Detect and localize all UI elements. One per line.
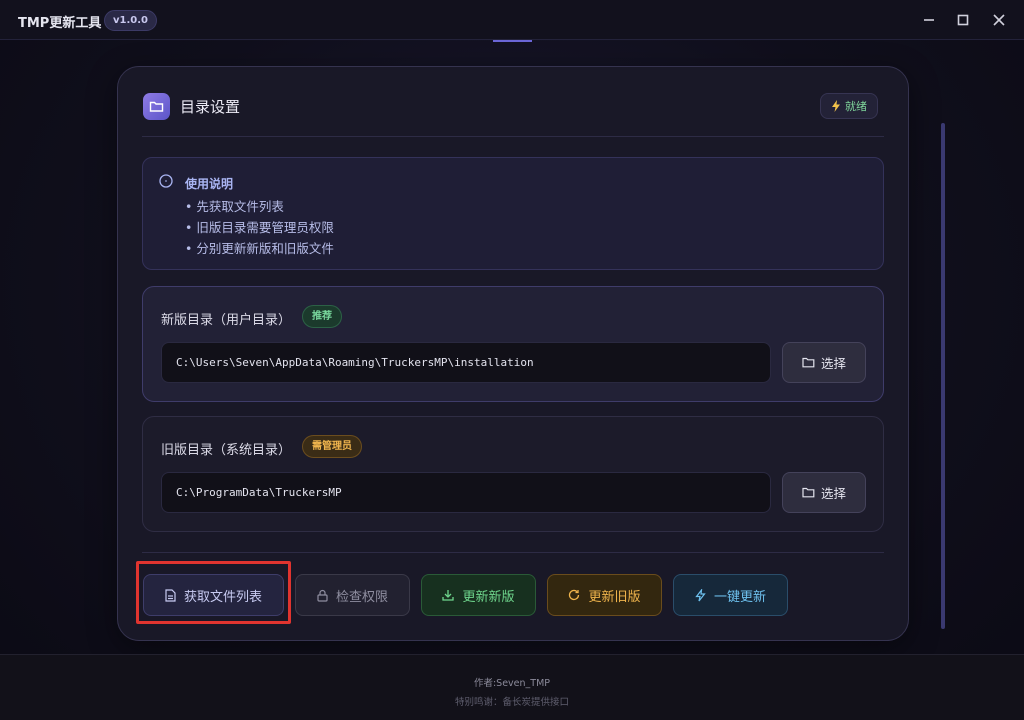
update-all-button[interactable]: 一键更新 <box>673 574 788 616</box>
active-tab-indicator <box>493 40 532 42</box>
choose-label: 选择 <box>820 356 846 371</box>
usage-instructions: 使用说明 • 先获取文件列表 • 旧版目录需要管理员权限 • 分别更新新版和旧版… <box>142 157 884 270</box>
check-permission-button[interactable]: 检查权限 <box>295 574 410 616</box>
update-all-label: 一键更新 <box>713 589 766 605</box>
update-old-button[interactable]: 更新旧版 <box>547 574 662 616</box>
footer: 作者:Seven_TMP 特别鸣谢：备长炭提供接口 <box>0 654 1024 720</box>
new-directory-path-input[interactable]: C:\Users\Seven\AppData\Roaming\TruckersM… <box>161 342 771 383</box>
maximize-icon <box>957 14 969 26</box>
instruction-line: • 旧版目录需要管理员权限 <box>185 220 334 235</box>
thanks-credit: 特别鸣谢：备长炭提供接口 <box>454 697 569 708</box>
title-bar[interactable]: TMP更新工具 v1.0.0 <box>0 0 1024 40</box>
update-new-label: 更新新版 <box>462 589 515 605</box>
new-directory-label: 新版目录（用户目录） <box>161 313 292 328</box>
fetch-label: 获取文件列表 <box>183 589 262 605</box>
directory-settings-card: 目录设置 就绪 使用说明 • 先获取文件列表 • 旧版目录需要管理员权限 • 分… <box>117 66 909 641</box>
app-title: TMP更新工具 <box>18 16 102 31</box>
new-directory-choose-button[interactable]: 选择 <box>782 342 866 383</box>
update-old-label: 更新旧版 <box>588 589 641 605</box>
check-label: 检查权限 <box>335 589 388 605</box>
new-directory-section: 新版目录（用户目录） 推荐 C:\Users\Seven\AppData\Roa… <box>142 286 884 402</box>
status-badge: 就绪 <box>820 93 878 119</box>
old-directory-choose-button[interactable]: 选择 <box>782 472 866 513</box>
header-divider <box>142 136 884 137</box>
refresh-icon <box>569 589 580 601</box>
fetch-file-list-button[interactable]: 获取文件列表 <box>143 574 284 616</box>
status-text: 就绪 <box>845 100 867 113</box>
scrollbar[interactable] <box>941 123 945 629</box>
minimize-button[interactable] <box>916 8 942 32</box>
lightning-icon <box>832 100 840 112</box>
info-circle-icon <box>159 174 173 188</box>
lock-icon <box>317 589 328 602</box>
version-badge: v1.0.0 <box>104 10 157 31</box>
close-button[interactable] <box>986 8 1012 32</box>
folder-icon <box>802 487 815 498</box>
document-icon <box>165 588 176 602</box>
admin-required-tag: 需管理员 <box>302 435 362 458</box>
lightning-icon <box>695 588 706 601</box>
old-directory-section: 旧版目录（系统目录） 需管理员 C:\ProgramData\TruckersM… <box>142 416 884 532</box>
download-icon <box>442 590 455 601</box>
instruction-line: • 分别更新新版和旧版文件 <box>185 241 334 256</box>
recommended-tag: 推荐 <box>302 305 342 328</box>
minimize-icon <box>924 19 934 21</box>
instruction-line: • 先获取文件列表 <box>185 199 284 214</box>
app-window: TMP更新工具 v1.0.0 目录设置 就绪 使用说明 • 先获取文件列表 • … <box>0 0 1024 720</box>
update-new-button[interactable]: 更新新版 <box>421 574 536 616</box>
folder-icon <box>802 357 815 368</box>
folder-icon <box>143 93 170 120</box>
instructions-title: 使用说明 <box>185 177 234 191</box>
old-directory-path-input[interactable]: C:\ProgramData\TruckersMP <box>161 472 771 513</box>
old-directory-label: 旧版目录（系统目录） <box>161 443 292 458</box>
card-title: 目录设置 <box>180 98 241 116</box>
maximize-button[interactable] <box>950 8 976 32</box>
author-credit: 作者:Seven_TMP <box>473 678 551 689</box>
choose-label: 选择 <box>820 486 846 501</box>
close-icon <box>993 14 1005 26</box>
actions-divider <box>142 552 884 553</box>
